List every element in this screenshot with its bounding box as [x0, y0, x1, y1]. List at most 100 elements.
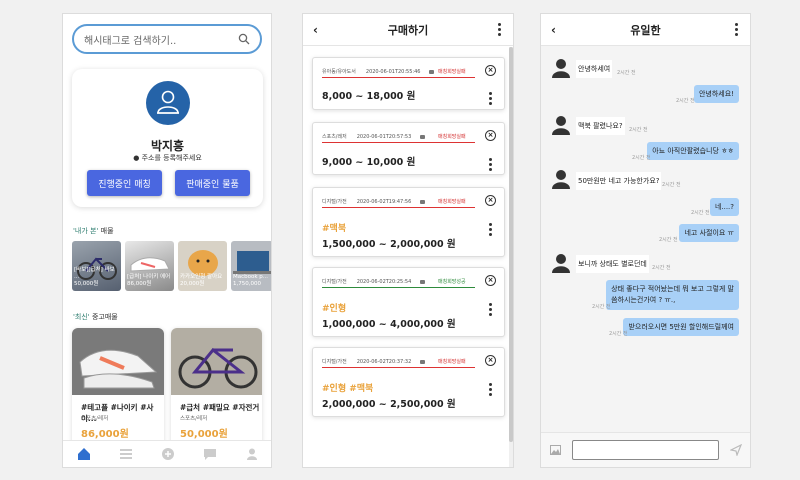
message-time: 2시간 전 [652, 265, 671, 271]
message-time: 2시간 전 [632, 155, 651, 161]
search-icon[interactable] [238, 33, 250, 45]
order-time: 2020-06-02T19:47:56 [356, 199, 412, 205]
viewed-item-price: 20,000원 [180, 281, 205, 287]
section-latest-title: '최신' 중고매물 [73, 312, 118, 322]
user-icon[interactable] [245, 447, 259, 461]
latest-item-card[interactable]: #급처 #패밀요 #자전거 스포츠/레저 50,000원 [171, 328, 262, 446]
message-out: 받으러오시면 5만원 할인해드릴께여 [623, 318, 739, 336]
message-time: 2시간 전 [592, 304, 611, 310]
order-category: 유아동/유아도서 [322, 69, 356, 75]
status-underline [322, 207, 475, 208]
message-time: 2시간 전 [617, 70, 636, 76]
partner-avatar-icon [552, 116, 570, 135]
message-in: 보니까 상태도 별로던데 [576, 255, 649, 273]
image-attach-icon[interactable] [550, 445, 561, 455]
more-options-icon[interactable] [489, 92, 492, 105]
more-options-icon[interactable] [489, 303, 492, 316]
camera-icon [420, 199, 426, 204]
chat-icon[interactable] [203, 447, 217, 461]
selling-items-button[interactable]: 판매중인 물품 [175, 170, 250, 196]
message-time: 2시간 전 [659, 237, 678, 243]
back-icon[interactable]: ‹ [551, 23, 556, 37]
order-status: 매칭희망실패 [438, 359, 466, 365]
page-title: 구매하기 [387, 23, 429, 37]
order-card[interactable]: 유아동/유아도서 2020-06-01T20:55:46 매칭희망실패 × 8,0… [312, 57, 505, 110]
close-icon[interactable]: × [485, 355, 496, 366]
viewed-item-caption: [급처] 나이키 에어 [127, 274, 171, 280]
viewed-item[interactable]: Macbook p... 1,750,000 [231, 241, 271, 291]
status-underline [322, 287, 475, 288]
item-price: 86,000원 [81, 429, 129, 440]
back-icon[interactable]: ‹ [313, 23, 318, 37]
order-status: 매칭희망성공 [438, 279, 466, 285]
order-card[interactable]: 디지털/가전 2020-06-02T20:37:32 매칭희망실패 × #인형 #… [312, 347, 505, 417]
viewed-item[interactable]: 카카오인형 팔아요 20,000원 [178, 241, 227, 291]
profile-address-text: 주소를 등록해주세요 [141, 154, 202, 162]
message-out: 아뇨 아직안팔렸습니당 ㅎㅎ [647, 142, 739, 160]
close-icon[interactable]: × [485, 195, 496, 206]
message-in: 안녕하세여 [576, 60, 613, 78]
order-price: 2,000,000 ~ 2,500,000 원 [322, 399, 456, 410]
home-icon[interactable] [77, 447, 91, 461]
more-options-icon[interactable] [489, 158, 492, 171]
order-tags: #인형 [322, 304, 347, 314]
camera-icon [420, 279, 426, 284]
profile-address[interactable]: ● 주소를 등록해주세요 [72, 153, 263, 163]
partner-avatar-icon [552, 170, 570, 189]
message-time: 2시간 전 [662, 182, 681, 188]
profile-card: 박지흥 ● 주소를 등록해주세요 진행중인 매칭 판매중인 물품 [72, 69, 263, 207]
order-time: 2020-06-02T20:37:32 [356, 359, 412, 365]
message-in: 50만원만 네고 가능한가요? [576, 172, 662, 190]
order-category: 스포츠/레저 [322, 134, 347, 140]
section-viewed-quote: '내가 본' [73, 227, 99, 235]
viewed-item-price: 1,750,000 [233, 281, 261, 287]
message-in: 맥북 팔렸나요? [576, 117, 625, 135]
order-category: 디지털/가전 [322, 279, 347, 285]
order-category: 디지털/가전 [322, 199, 347, 205]
header: ‹ 유일한 [541, 14, 750, 46]
order-card[interactable]: 디지털/가전 2020-06-02T19:47:56 매칭희망실패 × #맥북 1… [312, 187, 505, 257]
close-icon[interactable]: × [485, 275, 496, 286]
message-out: 네고 사절이요 ㅠ [679, 224, 739, 242]
more-options-icon[interactable] [498, 23, 501, 36]
camera-icon [429, 69, 435, 74]
close-icon[interactable]: × [485, 65, 496, 76]
add-icon[interactable] [161, 447, 175, 461]
purchase-screen: ‹ 구매하기 유아동/유아도서 2020-06-01T20:55:46 매칭희망실… [302, 13, 514, 468]
order-card[interactable]: 디지털/가전 2020-06-02T20:25:54 매칭희망성공 × #인형 1… [312, 267, 505, 337]
send-icon[interactable] [730, 444, 742, 456]
latest-item-card[interactable]: #테고플 #나이키 #사이... 스포츠/레저 86,000원 [72, 328, 164, 446]
message-input[interactable] [572, 440, 719, 460]
progress-matching-button[interactable]: 진행중인 매칭 [87, 170, 162, 196]
search-input[interactable]: 해시태그로 검색하기.. [72, 24, 262, 54]
section-latest-rest: 중고매물 [91, 313, 118, 321]
order-status: 매칭희망실패 [438, 199, 466, 205]
sneaker-image [72, 328, 164, 395]
order-status: 매칭희망실패 [438, 69, 466, 75]
search-placeholder: 해시태그로 검색하기.. [84, 35, 177, 47]
more-options-icon[interactable] [489, 223, 492, 236]
status-underline [322, 367, 475, 368]
order-time: 2020-06-01T20:57:53 [356, 134, 412, 140]
scrollbar[interactable] [509, 47, 513, 467]
user-avatar-icon [157, 90, 179, 114]
chat-screen: ‹ 유일한 안녕하세여 2시간 전 안녕하세요! 2시간 전 맥북 팔렸나요? … [540, 13, 751, 468]
viewed-item[interactable]: [바보][급처] 바보 ... 50,000원 [72, 241, 121, 291]
camera-icon [420, 359, 426, 364]
order-tags: #인형 #맥북 [322, 384, 374, 394]
camera-icon [420, 134, 426, 139]
section-viewed-rest: 매물 [100, 227, 114, 235]
order-price: 1,000,000 ~ 4,000,000 원 [322, 319, 456, 330]
location-pin-icon: ● [133, 154, 140, 162]
item-price: 50,000원 [180, 429, 228, 440]
order-card[interactable]: 스포츠/레저 2020-06-01T20:57:53 매칭희망실패 × 9,000… [312, 122, 505, 175]
close-icon[interactable]: × [485, 130, 496, 141]
viewed-item[interactable]: [급처] 나이키 에어 86,000원 [125, 241, 174, 291]
partner-avatar-icon [552, 59, 570, 78]
order-price: 9,000 ~ 10,000 원 [322, 157, 416, 168]
more-options-icon[interactable] [735, 23, 738, 36]
avatar [146, 81, 190, 125]
list-icon[interactable] [119, 447, 133, 461]
more-options-icon[interactable] [489, 383, 492, 396]
viewed-item-price: 86,000원 [127, 281, 152, 287]
